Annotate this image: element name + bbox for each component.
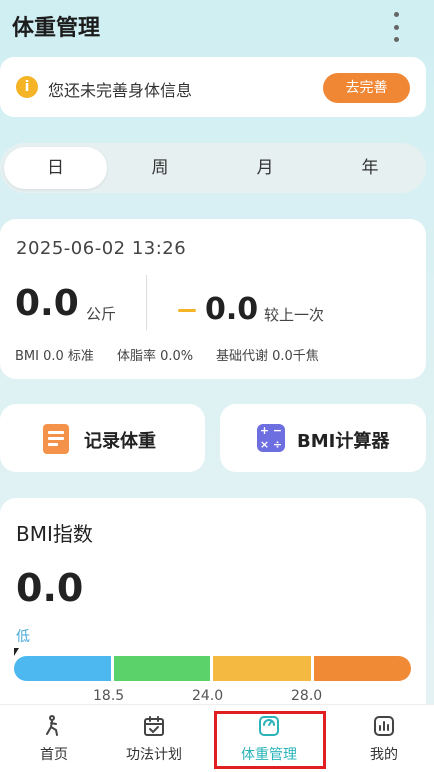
complete-profile-button[interactable]: 去完善 (323, 73, 410, 103)
bmi-bar-overweight (213, 656, 311, 681)
calculator-icon: + − × ÷ (257, 424, 285, 452)
body-fat-stat: 体脂率 0.0% (117, 349, 194, 364)
bmi-bar-underweight (14, 656, 111, 681)
change-label: 较上一次 (264, 306, 325, 324)
bmi-bar-normal (114, 656, 210, 681)
bmi-threshold: 18.5 (93, 688, 125, 704)
bmi-threshold: 24.0 (192, 688, 224, 704)
bmi-level: 低 (16, 629, 30, 645)
record-datetime: 2025-06-02 13:26 (16, 238, 187, 259)
bmr-stat: 基础代谢 0.0千焦 (216, 349, 319, 364)
tab-week[interactable]: 周 (107, 143, 213, 193)
exercise-person-icon (46, 715, 58, 736)
nav-home[interactable]: 首页 (0, 704, 108, 771)
current-weight: 0.0 (15, 283, 79, 324)
tab-year[interactable]: 年 (317, 143, 423, 193)
calendar-check-icon (144, 716, 164, 736)
bmi-title: BMI指数 (16, 522, 93, 546)
nav-plan[interactable]: 功法计划 (100, 704, 208, 771)
tab-day[interactable]: 日 (4, 143, 107, 193)
change-dash-icon (178, 309, 196, 312)
info-icon: i (16, 76, 38, 98)
nav-home-label: 首页 (40, 747, 68, 763)
record-note-icon (43, 424, 69, 454)
bmi-value: 0.0 (16, 566, 84, 610)
tab-month[interactable]: 月 (213, 143, 317, 193)
highlight-box (214, 711, 326, 769)
notice-text: 您还未完善身体信息 (48, 81, 193, 100)
bmi-bar-obese (314, 656, 411, 681)
nav-mine[interactable]: 我的 (330, 704, 434, 771)
divider (146, 275, 147, 330)
bmi-calculator-label: BMI计算器 (297, 431, 390, 452)
weight-change: 0.0 (205, 292, 259, 327)
record-weight-label: 记录体重 (84, 431, 156, 452)
weight-unit: 公斤 (86, 305, 117, 323)
bmi-threshold: 28.0 (291, 688, 323, 704)
page-title: 体重管理 (12, 16, 101, 41)
bmi-stat: BMI 0.0 标准 (15, 349, 94, 364)
nav-mine-label: 我的 (370, 747, 398, 763)
profile-chart-icon (374, 716, 394, 736)
nav-plan-label: 功法计划 (126, 747, 182, 763)
more-options-icon[interactable] (388, 12, 404, 42)
bmi-marker-icon (14, 648, 19, 656)
